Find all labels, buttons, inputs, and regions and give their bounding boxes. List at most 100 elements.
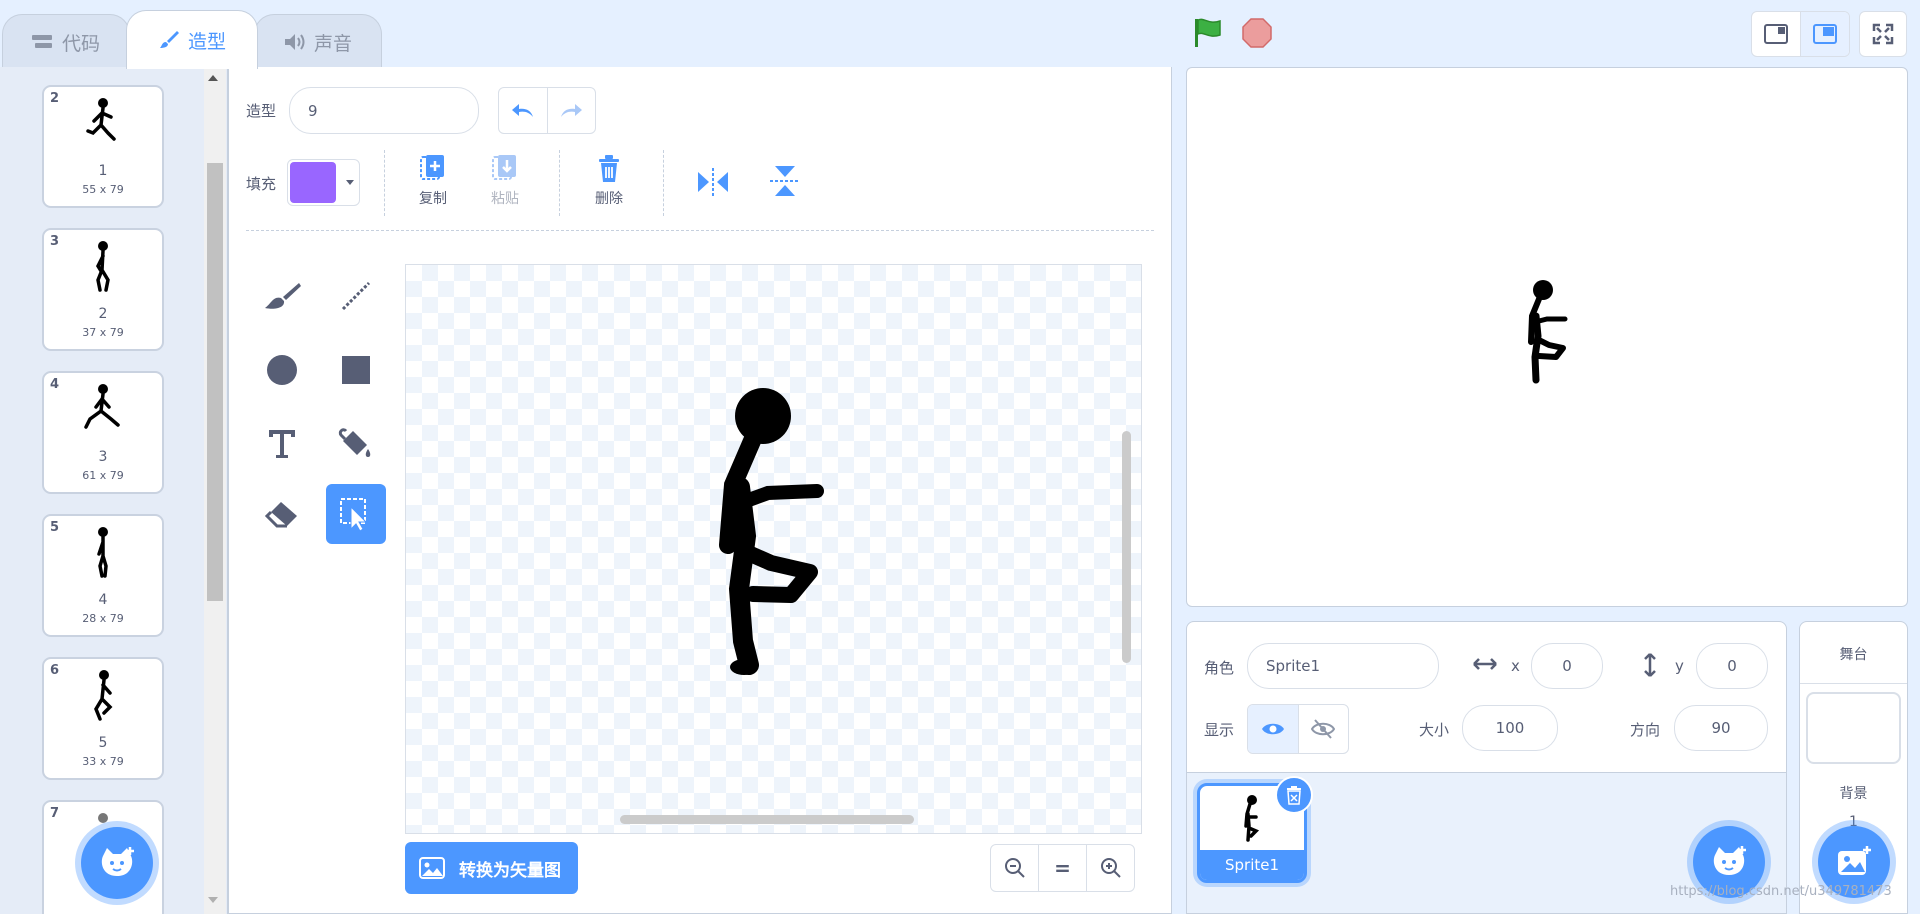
tab-sounds[interactable]: 声音 [254, 14, 382, 69]
hide-sprite-button[interactable] [1299, 705, 1349, 753]
sprite-tile-label: Sprite1 [1200, 850, 1304, 880]
size-input[interactable]: 100 [1462, 705, 1558, 751]
costume-number: 4 [50, 377, 60, 392]
costume-item[interactable]: 4 3 61 x 79 [42, 371, 164, 494]
backdrop-thumbnail[interactable] [1806, 692, 1901, 764]
costume-list-scroll-thumb[interactable] [207, 163, 223, 601]
fill-color-swatch [290, 162, 336, 203]
circle-tool[interactable] [252, 340, 312, 400]
costume-item[interactable]: 6 5 33 x 79 [42, 657, 164, 780]
costume-number: 6 [50, 663, 60, 678]
costume-thumbnail [94, 670, 113, 721]
costume-size: 28 x 79 [82, 612, 124, 625]
costume-number: 2 [50, 91, 60, 106]
stage-canvas[interactable] [1186, 67, 1908, 607]
scroll-up-arrow-icon[interactable] [208, 75, 218, 81]
x-position-icon [1472, 655, 1498, 677]
costume-name: 1 [98, 163, 108, 179]
sprite-name-input[interactable]: Sprite1 [1247, 643, 1439, 689]
visibility-toggle [1247, 704, 1349, 754]
zoom-reset-button[interactable]: = [1039, 845, 1087, 891]
trash-icon [599, 155, 619, 182]
zoom-in-icon [1100, 858, 1121, 878]
costume-item[interactable]: 3 2 37 x 79 [42, 228, 164, 351]
toolbar-separator [246, 230, 1154, 231]
toolbar-divider [559, 150, 560, 216]
image-icon [419, 857, 445, 879]
paste-label: 粘贴 [491, 191, 519, 207]
zoom-in-button[interactable] [1087, 845, 1134, 891]
costume-name-input[interactable]: 9 [289, 87, 479, 134]
select-tool-icon [340, 498, 368, 532]
small-stage-button[interactable] [1752, 12, 1801, 56]
text-tool-icon [269, 430, 295, 458]
cat-add-icon [101, 847, 134, 876]
flip-horizontal-button[interactable] [696, 166, 730, 198]
delete-button[interactable]: 删除 [588, 154, 630, 208]
paste-button[interactable]: 粘贴 [485, 154, 525, 208]
costume-name: 4 [98, 592, 108, 608]
costume-thumbnail [86, 98, 116, 141]
costume-size: 55 x 79 [82, 183, 124, 196]
delete-label: 删除 [595, 191, 623, 207]
tab-code-label: 代码 [61, 32, 100, 55]
delete-sprite-button[interactable] [1275, 776, 1313, 814]
large-stage-button[interactable] [1801, 12, 1849, 56]
canvas-vertical-scrollbar[interactable] [1122, 431, 1131, 663]
tab-costumes-label: 造型 [187, 30, 226, 53]
stop-button[interactable] [1240, 16, 1274, 50]
brush-tool[interactable] [252, 266, 312, 326]
flip-horizontal-icon [698, 168, 728, 196]
eye-slash-icon [1311, 719, 1336, 739]
stage-size-toggle [1751, 11, 1850, 57]
convert-to-vector-label: 转换为矢量图 [459, 860, 561, 881]
delete-sprite-icon [1287, 786, 1301, 805]
undo-button[interactable] [499, 88, 548, 133]
redo-icon [561, 103, 583, 117]
sprite-name-label: 角色 [1204, 659, 1235, 677]
show-label: 显示 [1204, 721, 1235, 739]
green-flag-button[interactable] [1190, 16, 1224, 50]
eraser-icon [264, 502, 297, 528]
rectangle-tool[interactable] [326, 340, 386, 400]
direction-label: 方向 [1630, 721, 1661, 739]
scroll-down-arrow-icon[interactable] [208, 897, 218, 903]
size-label: 大小 [1419, 721, 1450, 739]
y-label: y [1675, 657, 1684, 675]
stop-icon [1242, 18, 1272, 48]
brush-tool-icon [265, 283, 301, 309]
fill-color-picker[interactable] [287, 159, 360, 206]
costume-number: 3 [50, 234, 60, 249]
toolbar-divider [384, 150, 385, 216]
green-flag-icon [1195, 18, 1221, 47]
fill-tool[interactable] [326, 414, 386, 474]
paint-canvas[interactable] [405, 264, 1142, 834]
tab-costumes[interactable]: 造型 [126, 10, 258, 69]
flip-vertical-button[interactable] [768, 164, 802, 198]
backdrop-label: 背景 [1839, 786, 1868, 802]
rectangle-tool-icon [342, 356, 370, 384]
convert-to-vector-button[interactable]: 转换为矢量图 [405, 842, 578, 894]
copy-button[interactable]: 复制 [413, 154, 453, 208]
line-tool[interactable] [326, 266, 386, 326]
x-input[interactable]: 0 [1531, 643, 1603, 689]
costume-item[interactable]: 2 1 55 x 79 [42, 85, 164, 208]
fullscreen-button[interactable] [1859, 11, 1907, 57]
stage-sprite-figure [1528, 280, 1568, 384]
zoom-controls: = [990, 844, 1135, 892]
costume-item[interactable]: 5 4 28 x 79 [42, 514, 164, 637]
tab-code[interactable]: 代码 [2, 14, 130, 69]
zoom-out-button[interactable] [991, 845, 1039, 891]
tab-sounds-label: 声音 [313, 32, 352, 55]
canvas-horizontal-scrollbar[interactable] [620, 815, 914, 824]
fill-bucket-icon [338, 428, 371, 457]
choose-costume-button[interactable] [81, 827, 153, 899]
text-tool[interactable] [252, 414, 312, 474]
show-sprite-button[interactable] [1248, 705, 1299, 753]
select-tool[interactable] [326, 484, 386, 544]
redo-button[interactable] [548, 88, 596, 133]
direction-input[interactable]: 90 [1674, 705, 1768, 751]
y-input[interactable]: 0 [1696, 643, 1768, 689]
costume-thumbnail [84, 384, 120, 429]
eraser-tool[interactable] [252, 484, 312, 544]
